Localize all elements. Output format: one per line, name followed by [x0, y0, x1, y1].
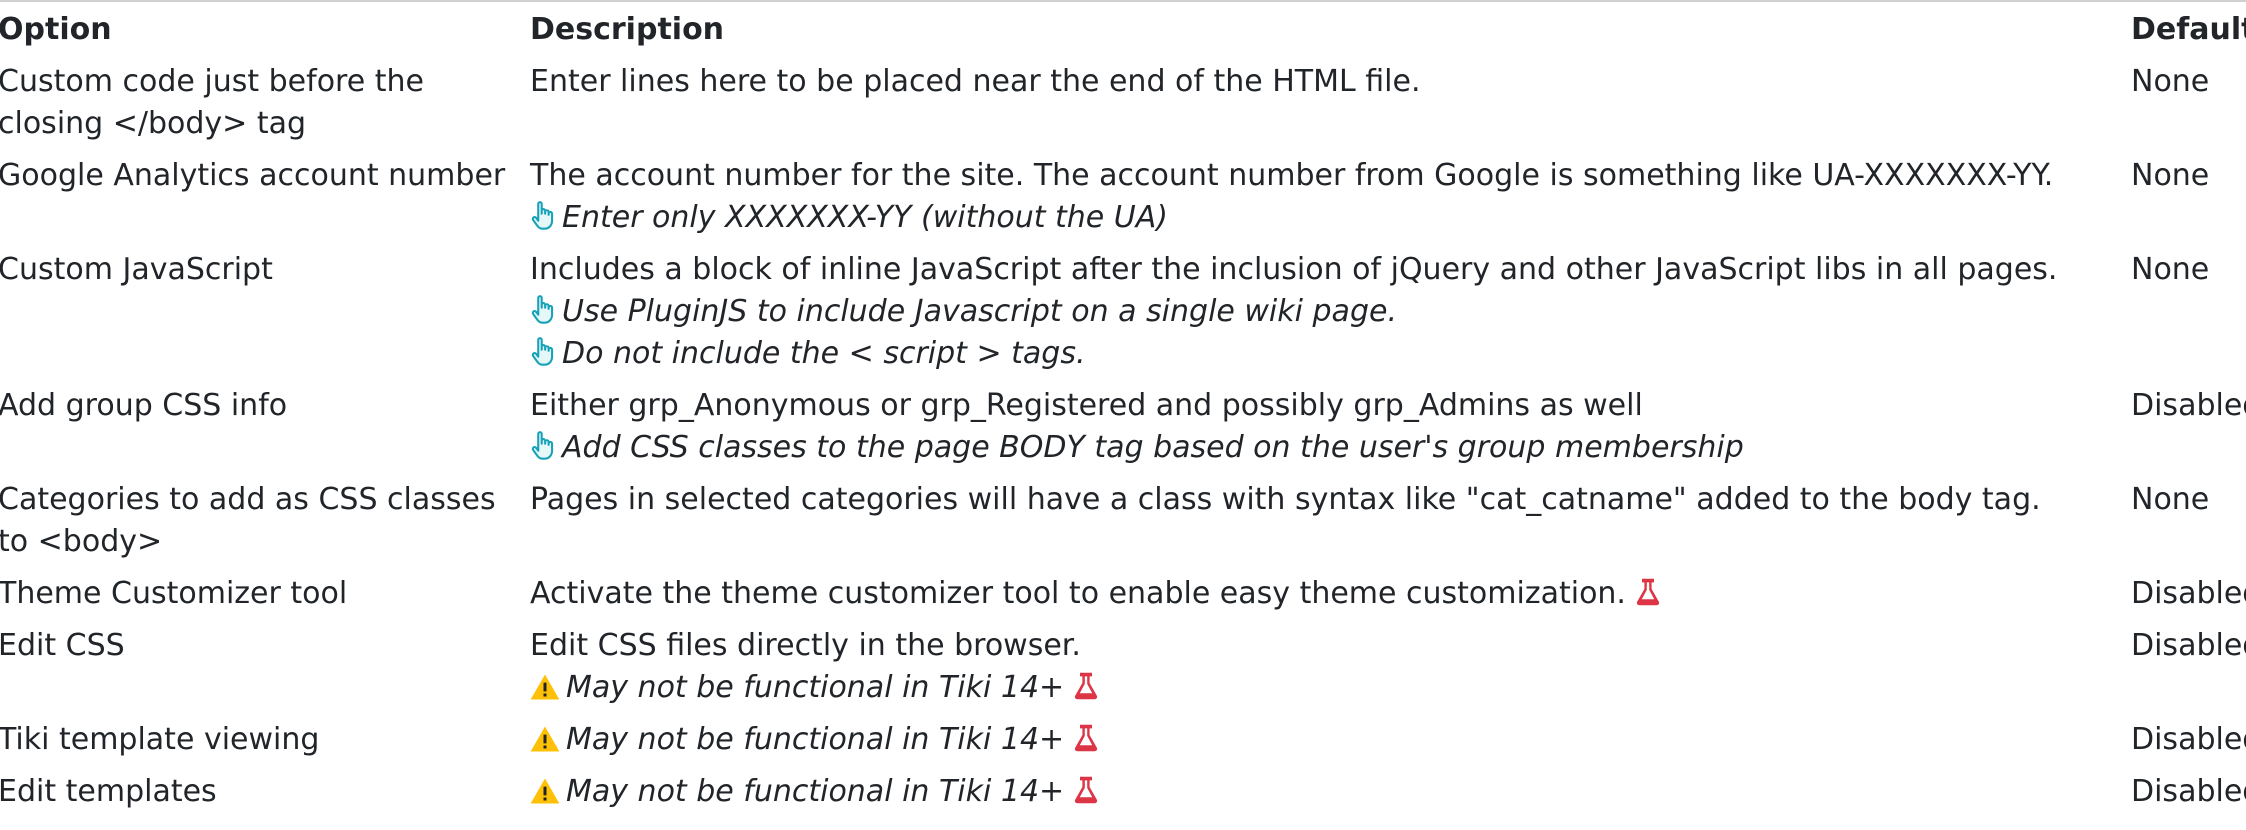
- option-default: None: [2131, 64, 2210, 99]
- option-description-cell: Edit CSS files directly in the browser. …: [526, 620, 2127, 714]
- option-description: Pages in selected categories will have a…: [530, 482, 2041, 517]
- option-description-cell: Includes a block of inline JavaScript af…: [526, 244, 2127, 380]
- option-description-cell: Pages in selected categories will have a…: [526, 474, 2127, 568]
- table-row: Add group CSS info Either grp_Anonymous …: [0, 380, 2246, 474]
- tip-text: Use PluginJS to include Javascript on a …: [562, 294, 1397, 329]
- option-description: Enter lines here to be placed near the e…: [530, 64, 1421, 99]
- option-name: Custom JavaScript: [0, 252, 273, 287]
- option-name: Add group CSS info: [0, 388, 288, 423]
- option-description: Either grp_Anonymous or grp_Registered a…: [530, 388, 1643, 423]
- header-default: Default: [2131, 12, 2246, 47]
- warning-note: May not be functional in Tiki 14+: [530, 771, 2127, 813]
- flask-icon: [1636, 578, 1660, 606]
- table-row: Edit templates May not be functional in …: [0, 766, 2246, 818]
- tip-text: Add CSS classes to the page BODY tag bas…: [562, 430, 1744, 465]
- option-name: Edit templates: [0, 774, 217, 809]
- option-description-cell: Either grp_Anonymous or grp_Registered a…: [526, 380, 2127, 474]
- table-row: Theme Customizer tool Activate the theme…: [0, 568, 2246, 620]
- flask-icon: [1075, 776, 1098, 804]
- option-name: Theme Customizer tool: [0, 576, 348, 611]
- option-default: Disabled: [2131, 628, 2246, 663]
- option-description: Edit CSS files directly in the browser.: [530, 628, 1081, 663]
- table-row: Categories to add as CSS classes to <bod…: [0, 474, 2246, 568]
- option-default: Disabled: [2131, 774, 2246, 809]
- warning-icon: [530, 778, 560, 804]
- flask-icon: [1075, 672, 1098, 700]
- table-header-row: Option Description Default: [0, 1, 2246, 56]
- warning-text: May not be functional in Tiki 14+: [566, 670, 1065, 705]
- tip-text: Do not include the < script > tags.: [562, 336, 1086, 371]
- table-row: Tiki template viewing May not be functio…: [0, 714, 2246, 766]
- table-row: Custom code just before the closing </bo…: [0, 56, 2246, 150]
- option-default: Disabled: [2131, 388, 2246, 423]
- option-name: Custom code just before the closing </bo…: [0, 64, 424, 141]
- option-name: Categories to add as CSS classes to <bod…: [0, 482, 496, 559]
- option-description: Activate the theme customizer tool to en…: [530, 576, 1626, 611]
- tip-note: Enter only XXXXXXX-YY (without the UA): [530, 197, 2127, 239]
- option-description: The account number for the site. The acc…: [530, 158, 2054, 193]
- warning-icon: [530, 674, 560, 700]
- pointing-hand-icon: [531, 337, 554, 366]
- warning-icon: [530, 726, 560, 752]
- pointing-hand-icon: [531, 431, 554, 460]
- option-name: Edit CSS: [0, 628, 125, 663]
- tip-note: Add CSS classes to the page BODY tag bas…: [530, 427, 2127, 469]
- pointing-hand-icon: [531, 295, 554, 324]
- table-row: Custom JavaScript Includes a block of in…: [0, 244, 2246, 380]
- tip-note: Use PluginJS to include Javascript on a …: [530, 291, 2127, 333]
- warning-text: May not be functional in Tiki 14+: [566, 774, 1065, 809]
- tip-text: Enter only XXXXXXX-YY (without the UA): [562, 200, 1168, 235]
- header-description: Description: [530, 12, 725, 47]
- option-name: Google Analytics account number: [0, 158, 506, 193]
- option-default: None: [2131, 158, 2210, 193]
- option-default: None: [2131, 482, 2210, 517]
- option-default: Disabled: [2131, 576, 2246, 611]
- warning-text: May not be functional in Tiki 14+: [566, 722, 1065, 757]
- option-default: Disabled: [2131, 722, 2246, 757]
- warning-note: May not be functional in Tiki 14+: [530, 719, 2127, 761]
- option-default: None: [2131, 252, 2210, 287]
- option-description: Includes a block of inline JavaScript af…: [530, 252, 2058, 287]
- option-description-cell: May not be functional in Tiki 14+: [526, 714, 2127, 766]
- tip-note: Do not include the < script > tags.: [530, 333, 2127, 375]
- option-description-cell: May not be functional in Tiki 14+: [526, 766, 2127, 818]
- option-description-cell: Enter lines here to be placed near the e…: [526, 56, 2127, 150]
- flask-icon: [1075, 724, 1098, 752]
- option-description-cell: Activate the theme customizer tool to en…: [526, 568, 2127, 620]
- table-row: Edit CSS Edit CSS files directly in the …: [0, 620, 2246, 714]
- option-name: Tiki template viewing: [0, 722, 320, 757]
- header-option: Option: [0, 12, 112, 47]
- warning-note: May not be functional in Tiki 14+: [530, 667, 2127, 709]
- options-table: Option Description Default Custom code j…: [0, 0, 2246, 818]
- pointing-hand-icon: [531, 201, 554, 230]
- table-row: Google Analytics account number The acco…: [0, 150, 2246, 244]
- option-description-cell: The account number for the site. The acc…: [526, 150, 2127, 244]
- options-panel: Option Description Default Custom code j…: [0, 0, 2246, 830]
